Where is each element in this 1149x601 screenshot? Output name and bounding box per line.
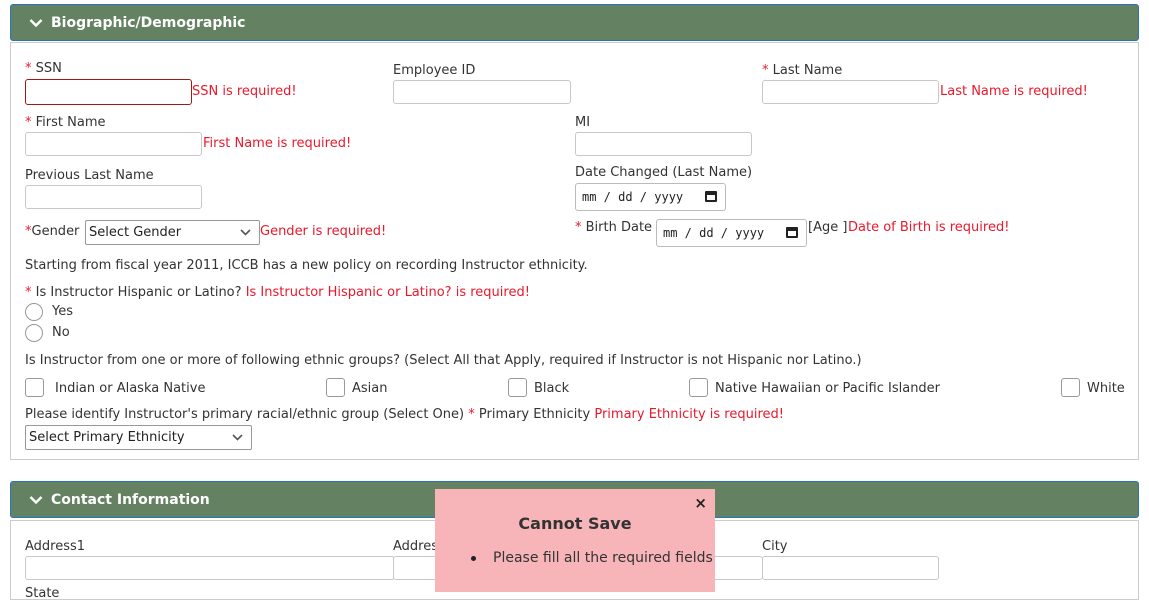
hispanic-no-label[interactable]: No (52, 325, 70, 340)
city-input[interactable] (762, 556, 939, 580)
primary-ethnicity-prompt: Please identify Instructor's primary rac… (25, 407, 784, 422)
last-name-label: * Last Name (762, 63, 843, 78)
previous-last-name-label: Previous Last Name (25, 168, 154, 183)
employee-id-label: Employee ID (393, 63, 476, 78)
toast-title: Cannot Save (518, 514, 632, 533)
date-changed-input[interactable]: mm / dd / yyyy (575, 183, 726, 211)
gender-label: *Gender (25, 224, 80, 239)
section-title: Biographic/Demographic (51, 14, 246, 31)
calendar-icon[interactable] (705, 191, 717, 202)
city-label: City (762, 539, 788, 554)
hispanic-no-radio[interactable] (25, 324, 43, 342)
previous-last-name-input[interactable] (25, 185, 202, 209)
ethnicity-policy-note: Starting from fiscal year 2011, ICCB has… (25, 258, 588, 273)
calendar-icon[interactable] (786, 227, 798, 238)
ethnic-hawaiian-pacific-label[interactable]: Native Hawaiian or Pacific Islander (715, 381, 940, 396)
age-display: [Age ] (808, 220, 848, 235)
primary-ethnicity-selected-value: Select Primary Ethnicity (29, 430, 185, 445)
date-placeholder: mm / dd / yyyy (663, 226, 765, 240)
biographic-section-header[interactable]: Biographic/Demographic (10, 4, 1139, 41)
first-name-label: * First Name (25, 115, 106, 130)
birth-date-label: * Birth Date (575, 220, 653, 235)
ethnic-white-checkbox[interactable] (1061, 378, 1080, 397)
last-name-input[interactable] (762, 80, 939, 104)
primary-ethnicity-error: Primary Ethnicity is required! (594, 407, 784, 422)
state-label: State (25, 586, 60, 601)
chevron-down-icon (232, 434, 243, 441)
cannot-save-toast: × Cannot Save Please fill all the requir… (435, 489, 715, 592)
toast-message: Please fill all the required fields (493, 550, 713, 566)
address1-label: Address1 (25, 539, 86, 554)
last-name-error: Last Name is required! (940, 84, 1088, 99)
mi-label: MI (575, 115, 591, 130)
ethnic-indian-alaska-label[interactable]: Indian or Alaska Native (55, 381, 205, 396)
hispanic-yes-label[interactable]: Yes (52, 304, 73, 319)
date-placeholder: mm / dd / yyyy (582, 190, 684, 204)
mi-input[interactable] (575, 132, 752, 156)
gender-select[interactable]: Select Gender (85, 220, 260, 245)
hispanic-yes-radio[interactable] (25, 303, 43, 321)
close-icon[interactable]: × (694, 494, 707, 512)
gender-selected-value: Select Gender (89, 225, 182, 240)
ethnic-hawaiian-pacific-checkbox[interactable] (689, 378, 708, 397)
ssn-input[interactable] (25, 79, 192, 105)
ethnic-asian-checkbox[interactable] (326, 378, 345, 397)
first-name-error: First Name is required! (203, 136, 352, 151)
ethnic-black-label[interactable]: Black (534, 381, 569, 396)
ethnic-indian-alaska-checkbox[interactable] (25, 378, 44, 397)
gender-error: Gender is required! (260, 224, 387, 239)
primary-ethnicity-select[interactable]: Select Primary Ethnicity (25, 425, 252, 450)
chevron-down-icon (29, 18, 43, 27)
ethnic-groups-question: Is Instructor from one or more of follow… (25, 353, 862, 368)
ethnic-white-label[interactable]: White (1087, 381, 1125, 396)
employee-id-input[interactable] (393, 80, 571, 104)
ethnic-asian-label[interactable]: Asian (352, 381, 387, 396)
chevron-down-icon (29, 495, 43, 504)
hispanic-question: * Is Instructor Hispanic or Latino? Is I… (25, 285, 530, 300)
bullet-icon (471, 556, 476, 561)
section-title: Contact Information (51, 491, 210, 508)
ssn-error: SSN is required! (192, 84, 297, 99)
ethnic-black-checkbox[interactable] (508, 378, 527, 397)
hispanic-error: Is Instructor Hispanic or Latino? is req… (245, 285, 530, 300)
address1-input[interactable] (25, 556, 395, 580)
first-name-input[interactable] (25, 132, 202, 156)
date-changed-label: Date Changed (Last Name) (575, 165, 753, 180)
birth-date-input[interactable]: mm / dd / yyyy (656, 219, 807, 247)
ssn-label: * SSN (25, 61, 62, 76)
chevron-down-icon (240, 229, 251, 236)
birth-date-error: Date of Birth is required! (848, 220, 1010, 235)
